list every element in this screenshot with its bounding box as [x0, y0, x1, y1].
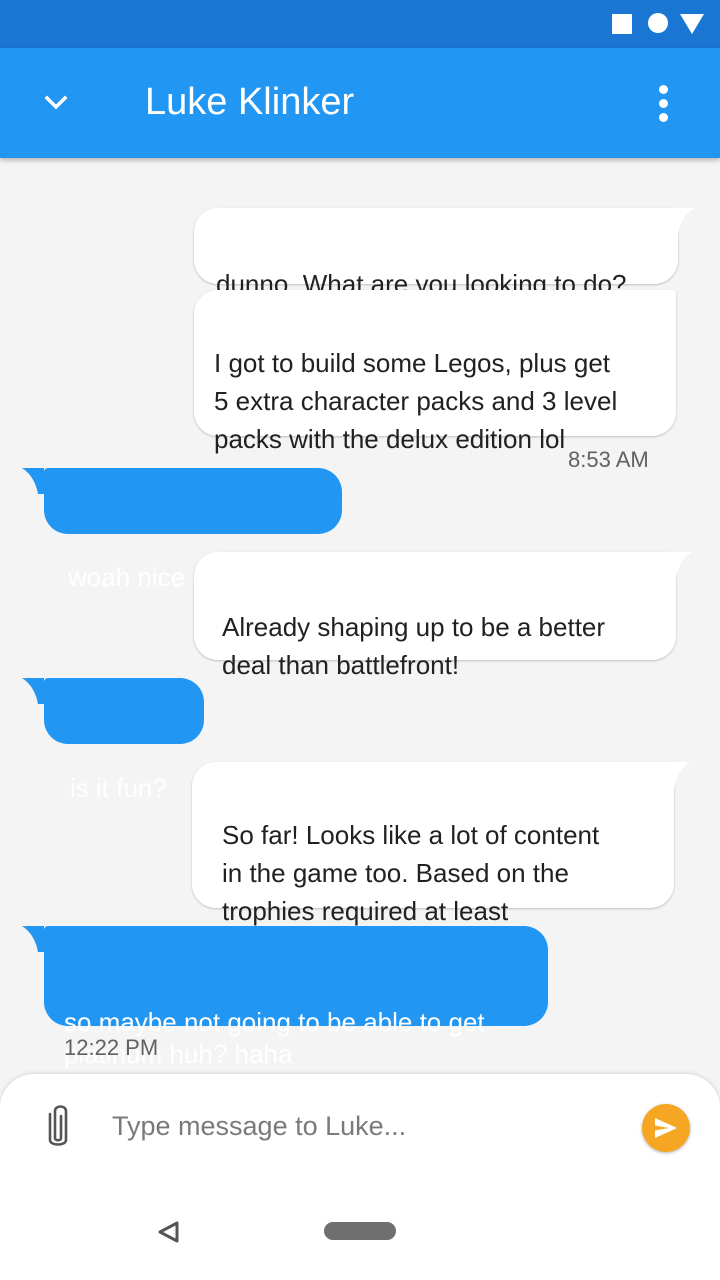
paperclip-icon [48, 1105, 68, 1146]
square-icon [612, 14, 632, 34]
chevron-down-icon [44, 95, 68, 110]
circle-icon [648, 13, 668, 33]
bubble-tail [668, 762, 690, 788]
home-pill-icon[interactable] [324, 1222, 396, 1240]
attach-button[interactable] [36, 1102, 80, 1154]
message-text: So far! Looks like a lot of content in t… [222, 820, 600, 926]
back-triangle-icon[interactable] [156, 1220, 180, 1244]
message-bubble-incoming[interactable]: so maybe not going to be able to get pla… [22, 926, 548, 1069]
message-bubble-outgoing[interactable]: Already shaping up to be a better deal t… [194, 552, 692, 680]
app-bar: Luke Klinker [0, 48, 720, 158]
bubble-tail [22, 468, 44, 494]
message-bubble-incoming[interactable]: woah nice one haha [22, 468, 342, 592]
bubble-tail [672, 208, 694, 234]
message-text: Already shaping up to be a better deal t… [222, 612, 606, 680]
message-bubble-outgoing[interactable]: So far! Looks like a lot of content in t… [192, 762, 690, 926]
message-composer [0, 1074, 720, 1280]
message-text: is it fun? [70, 773, 167, 803]
status-bar [0, 0, 720, 48]
message-bubble-incoming[interactable]: is it fun? [22, 678, 204, 803]
page-title: Luke Klinker [145, 81, 355, 123]
more-options-button[interactable] [640, 79, 688, 127]
send-button[interactable] [642, 1104, 690, 1152]
bubble-tail [22, 678, 44, 704]
message-text: I got to build some Legos, plus get 5 ex… [214, 348, 618, 454]
message-input[interactable] [112, 1102, 612, 1150]
more-vertical-icon [659, 85, 668, 94]
message-timestamp: 12:22 PM [64, 1035, 159, 1060]
message-timestamp: 8:53 AM [568, 447, 649, 472]
message-bubble-outgoing[interactable]: dunno. What are you looking to do? [194, 208, 694, 299]
bubble-tail [670, 552, 692, 578]
triangle-icon [680, 14, 704, 34]
message-bubble-outgoing[interactable]: I got to build some Legos, plus get 5 ex… [194, 290, 676, 454]
collapse-button[interactable] [30, 79, 82, 127]
send-icon [655, 1118, 677, 1138]
bubble-tail [22, 926, 44, 952]
